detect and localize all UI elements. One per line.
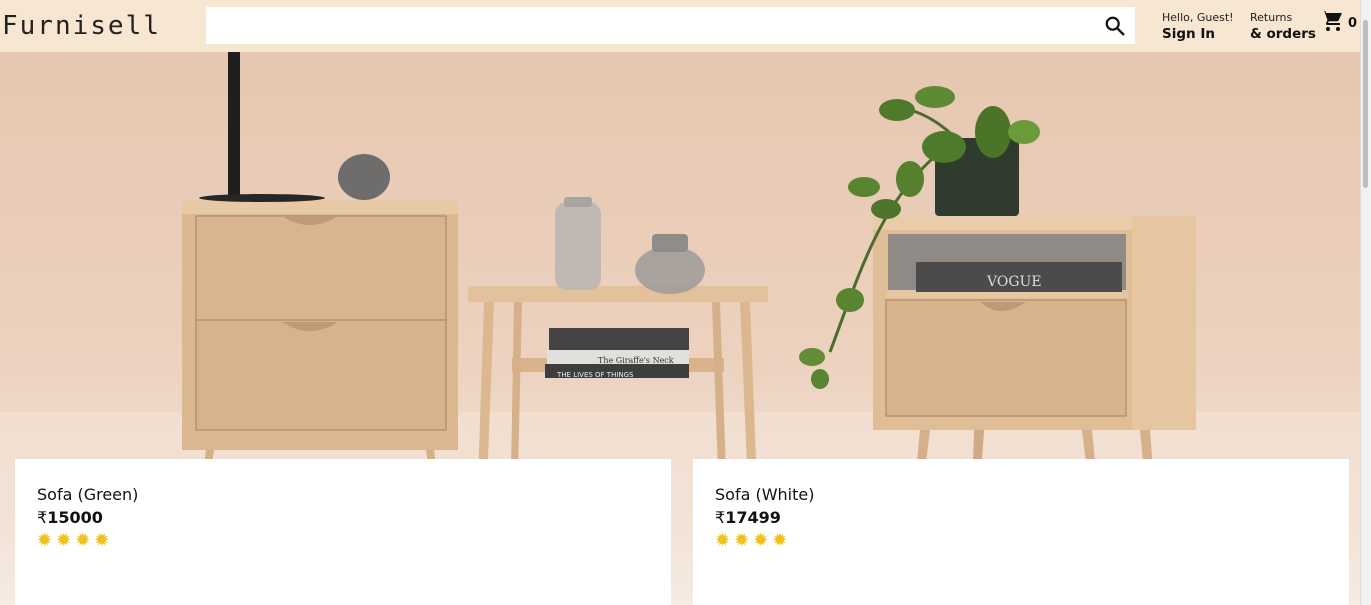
glass-vases: [555, 197, 705, 294]
round-vase: [338, 154, 390, 200]
search-bar: [206, 7, 1135, 44]
orders-link[interactable]: & orders: [1250, 26, 1316, 43]
sign-in-option[interactable]: Hello, Guest! Sign In: [1162, 9, 1234, 43]
cart-button[interactable]: 0: [1320, 9, 1357, 37]
book-stack: The Giraffe's Neck THE LIVES OF THINGS: [545, 328, 689, 379]
sun-star-icon: ✹: [75, 530, 91, 551]
top-header: Furnisell Hello, Guest! Sign In Returns …: [0, 0, 1361, 52]
cart-icon: [1320, 9, 1344, 37]
sun-star-icon: ✹: [56, 530, 72, 551]
product-price: ₹17499: [715, 508, 781, 527]
greeting-text: Hello, Guest!: [1162, 11, 1234, 24]
price-value: 15000: [47, 508, 103, 527]
currency-symbol: ₹: [715, 508, 726, 527]
currency-symbol: ₹: [37, 508, 48, 527]
product-price: ₹15000: [37, 508, 103, 527]
sign-in-link[interactable]: Sign In: [1162, 26, 1234, 43]
scrollbar-thumb[interactable]: [1363, 20, 1368, 188]
product-card[interactable]: Sofa (Green) ₹15000 ✹ ✹ ✹ ✹: [15, 459, 671, 605]
book-title-b: The Giraffe's Neck: [598, 356, 674, 365]
book-title-a: THE LIVES OF THINGS: [556, 371, 634, 379]
cart-count: 0: [1348, 15, 1358, 31]
product-card[interactable]: Sofa (White) ₹17499 ✹ ✹ ✹ ✹: [693, 459, 1349, 605]
product-rating: ✹ ✹ ✹ ✹: [715, 530, 787, 551]
page-scrollbar[interactable]: [1360, 0, 1371, 605]
product-title[interactable]: Sofa (Green): [37, 485, 138, 504]
sun-star-icon: ✹: [753, 530, 769, 551]
product-rating: ✹ ✹ ✹ ✹: [37, 530, 109, 551]
magazine-title: VOGUE: [986, 274, 1042, 290]
lamp: [199, 52, 325, 202]
sun-star-icon: ✹: [715, 530, 731, 551]
sun-star-icon: ✹: [37, 530, 53, 551]
sun-star-icon: ✹: [94, 530, 110, 551]
sun-star-icon: ✹: [772, 530, 788, 551]
price-value: 17499: [725, 508, 781, 527]
returns-orders-option[interactable]: Returns & orders: [1250, 9, 1316, 43]
sun-star-icon: ✹: [734, 530, 750, 551]
product-title[interactable]: Sofa (White): [715, 485, 814, 504]
search-icon[interactable]: [1095, 15, 1135, 37]
returns-text: Returns: [1250, 11, 1293, 24]
logo[interactable]: Furnisell: [2, 11, 202, 41]
search-input[interactable]: [206, 7, 1095, 44]
